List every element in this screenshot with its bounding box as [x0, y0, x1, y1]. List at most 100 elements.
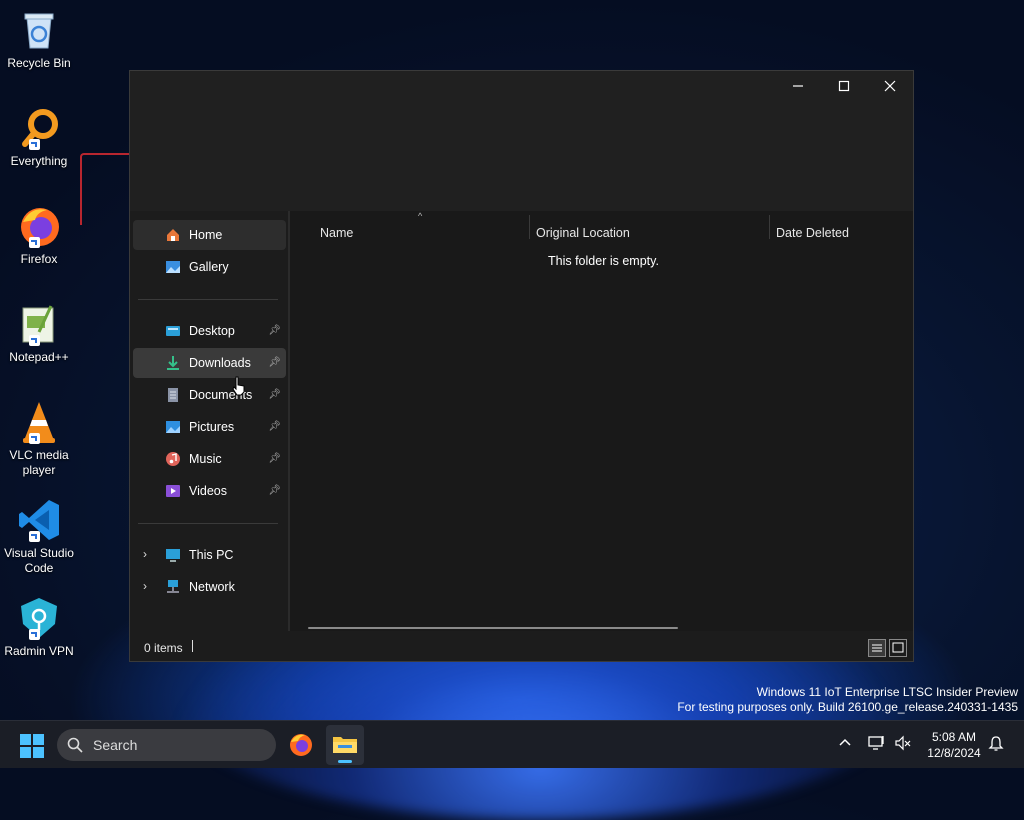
search-placeholder: Search	[93, 737, 138, 753]
pin-icon[interactable]: 📌︎	[268, 485, 281, 496]
this-pc-icon	[165, 547, 181, 563]
desktop-icon-radmin-vpn[interactable]: Radmin VPN	[4, 596, 74, 659]
nav-item-label: Home	[189, 228, 223, 242]
taskbar-file-explorer[interactable]	[326, 725, 364, 765]
show-hidden-icons-button[interactable]	[838, 735, 852, 752]
column-header-original-location[interactable]: Original Location	[536, 226, 630, 240]
nav-item-label: This PC	[189, 548, 234, 562]
status-bar: 0 items	[130, 631, 913, 661]
desktop-icon-label: VLC media player	[9, 448, 69, 477]
nav-item-label: Pictures	[189, 420, 235, 434]
music-icon	[165, 451, 181, 467]
clock-date: 12/8/2024	[927, 746, 981, 760]
nav-item-videos[interactable]: Videos 📌︎	[133, 476, 286, 506]
nav-item-this-pc[interactable]: › This PC	[133, 540, 286, 570]
firefox-icon	[17, 204, 61, 248]
window-titlebar[interactable]	[130, 71, 913, 211]
recycle-bin-icon	[17, 8, 61, 52]
start-button[interactable]	[20, 734, 44, 758]
nav-separator	[138, 523, 278, 524]
desktop-icon-recycle-bin[interactable]: Recycle Bin	[4, 8, 74, 71]
desktop-icon-everything[interactable]: Everything	[4, 106, 74, 169]
nav-item-downloads[interactable]: Downloads 📌︎	[133, 348, 286, 378]
hand-cursor-icon	[232, 376, 245, 396]
desktop-icon-firefox[interactable]: Firefox	[4, 204, 74, 267]
nav-item-gallery[interactable]: Gallery	[133, 252, 286, 282]
desktop-icon-label: Recycle Bin	[7, 56, 71, 70]
shortcut-arrow-icon	[29, 531, 40, 542]
minimize-button[interactable]	[775, 71, 821, 101]
empty-folder-message: This folder is empty.	[548, 254, 659, 268]
radmin-vpn-icon	[17, 596, 61, 640]
details-view-button[interactable]	[868, 639, 886, 657]
nav-item-label: Gallery	[189, 260, 229, 274]
desktop-icon-vscode[interactable]: Visual Studio Code	[4, 498, 74, 576]
shortcut-arrow-icon	[29, 237, 40, 248]
close-icon	[884, 80, 896, 92]
build-watermark-line2: For testing purposes only. Build 26100.g…	[677, 700, 1018, 714]
active-app-indicator	[338, 760, 352, 763]
nav-item-label: Music	[189, 452, 222, 466]
preview-view-icon	[892, 642, 904, 653]
file-list-pane: ^ Name Original Location Date Deleted Th…	[290, 211, 913, 631]
column-header-name[interactable]: Name	[320, 226, 353, 240]
documents-icon	[165, 387, 181, 403]
pin-icon[interactable]: 📌︎	[268, 325, 281, 336]
details-view-icon	[872, 644, 882, 652]
nav-item-desktop[interactable]: Desktop 📌︎	[133, 316, 286, 346]
shortcut-arrow-icon	[29, 629, 40, 640]
pin-icon[interactable]: 📌︎	[268, 389, 281, 400]
pin-icon[interactable]: 📌︎	[268, 357, 281, 368]
desktop-folder-icon	[165, 323, 181, 339]
annotation-mark	[80, 153, 130, 225]
taskbar: Search 5:08 AM 12/8/2024	[0, 720, 1024, 768]
nav-separator	[138, 299, 278, 300]
nav-item-documents[interactable]: Documents 📌︎	[133, 380, 286, 410]
chevron-right-icon[interactable]: ›	[143, 547, 147, 561]
pin-icon[interactable]: 📌︎	[268, 453, 281, 464]
column-divider[interactable]	[529, 215, 530, 239]
file-explorer-window: Home Gallery Desktop 📌︎ Downloads 📌︎ Doc…	[129, 70, 914, 662]
maximize-button[interactable]	[821, 71, 867, 101]
network-status-button[interactable]	[868, 735, 886, 754]
notifications-button[interactable]	[988, 735, 1004, 754]
chevron-right-icon[interactable]: ›	[143, 579, 147, 593]
firefox-icon	[290, 734, 312, 756]
build-watermark-line1: Windows 11 IoT Enterprise LTSC Insider P…	[756, 685, 1018, 699]
shortcut-arrow-icon	[29, 139, 40, 150]
item-count: 0 items	[144, 641, 183, 655]
nav-item-label: Network	[189, 580, 235, 594]
pin-icon[interactable]: 📌︎	[268, 421, 281, 432]
nav-item-pictures[interactable]: Pictures 📌︎	[133, 412, 286, 442]
volume-button[interactable]	[894, 735, 912, 754]
vscode-icon	[17, 498, 61, 542]
taskbar-firefox[interactable]	[288, 732, 314, 758]
clock[interactable]: 5:08 AM 12/8/2024	[925, 730, 983, 760]
large-icons-view-button[interactable]	[889, 639, 907, 657]
taskbar-search-box[interactable]: Search	[57, 729, 276, 761]
column-divider[interactable]	[769, 215, 770, 239]
notepad-plus-plus-icon	[17, 302, 61, 346]
nav-item-label: Downloads	[189, 356, 251, 370]
folder-icon	[333, 737, 357, 753]
nav-item-music[interactable]: Music 📌︎	[133, 444, 286, 474]
search-icon	[67, 737, 83, 753]
horizontal-scrollbar[interactable]	[308, 627, 678, 629]
home-icon	[165, 227, 181, 243]
pictures-icon	[165, 419, 181, 435]
desktop-icon-vlc[interactable]: VLC media player	[4, 400, 74, 478]
vlc-icon	[17, 400, 61, 444]
desktop-icon-label: Firefox	[20, 252, 58, 266]
desktop-icon-notepad-plus-plus[interactable]: Notepad++	[4, 302, 74, 365]
shortcut-arrow-icon	[29, 335, 40, 346]
desktop-icon-label: Visual Studio Code	[4, 546, 74, 575]
network-disconnected-icon	[868, 736, 884, 750]
downloads-icon	[165, 355, 181, 371]
sort-ascending-icon: ^	[418, 211, 423, 221]
column-header-date-deleted[interactable]: Date Deleted	[776, 226, 849, 240]
nav-item-home[interactable]: Home	[133, 220, 286, 250]
nav-item-network[interactable]: › Network	[133, 572, 286, 602]
close-button[interactable]	[867, 71, 913, 101]
clock-time: 5:08 AM	[931, 730, 977, 744]
videos-icon	[165, 483, 181, 499]
